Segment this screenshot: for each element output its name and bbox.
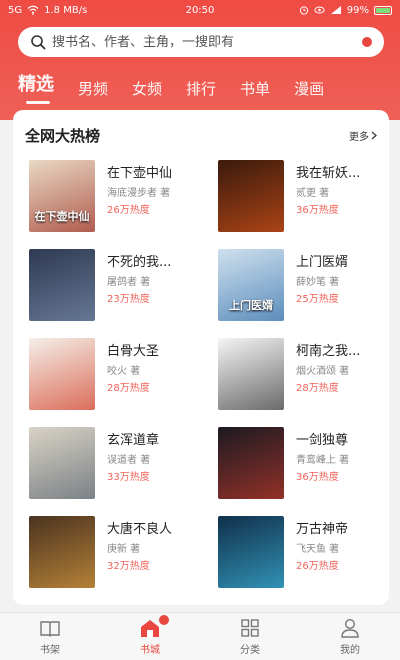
book-cover-title: 上门医婿	[229, 299, 273, 312]
book-cover[interactable]	[218, 516, 284, 588]
book-title: 我在斩妖...	[296, 166, 361, 181]
book-author: 误道者 著	[107, 455, 151, 466]
book-item[interactable]: 玄浑道章误道者 著 33万热度	[29, 427, 205, 503]
book-item[interactable]: 不死的我... 屠鸽者 著 23万热度	[29, 249, 205, 325]
book-cover[interactable]	[218, 160, 284, 232]
book-heat: 23万热度	[107, 294, 150, 305]
status-bar: 5G 1.8 MB/s 20:50 99%	[0, 0, 400, 20]
nav-category[interactable]: 分类	[210, 617, 290, 656]
nav-profile[interactable]: 我的	[310, 617, 390, 656]
book-heat: 26万热度	[296, 561, 339, 572]
book-info: 不死的我... 屠鸽者 著 23万热度	[107, 249, 171, 325]
tab-female[interactable]: 女频	[132, 78, 162, 100]
book-item[interactable]: 白骨大圣咬火 著 28万热度	[29, 338, 205, 414]
search-icon	[31, 35, 46, 50]
book-heat: 32万热度	[107, 561, 150, 572]
tab-comics[interactable]: 漫画	[294, 78, 324, 100]
nav-badge-dot	[159, 615, 169, 625]
clock: 20:50	[185, 4, 215, 16]
book-title: 白骨大圣	[107, 344, 160, 359]
book-info: 大唐不良人庚新 著 32万热度	[107, 516, 172, 592]
book-heat: 36万热度	[296, 472, 339, 483]
nav-bookshelf[interactable]: 书架	[10, 617, 90, 656]
book-author: 青鸾峰上 著	[296, 455, 350, 466]
tab-featured[interactable]: 精选	[18, 74, 54, 104]
book-info: 上门医婿薛妙笔 著 25万热度	[296, 249, 348, 325]
more-button[interactable]: 更多	[349, 128, 377, 143]
category-tabs: 精选 男频 女频 排行 书单 漫画	[18, 70, 324, 104]
book-item[interactable]: 我在斩妖... 贰更 著 36万热度	[218, 160, 394, 236]
battery-icon	[374, 5, 392, 15]
book-heat: 25万热度	[296, 294, 339, 305]
chevron-right-icon	[371, 131, 377, 140]
book-author: 咬火 著	[107, 366, 141, 377]
book-item[interactable]: 大唐不良人庚新 著 32万热度	[29, 516, 205, 592]
book-heat: 26万热度	[107, 205, 150, 216]
home-icon	[141, 620, 159, 637]
book-author: 屠鸽者 著	[107, 277, 151, 288]
user-icon	[341, 618, 359, 638]
book-heat: 33万热度	[107, 472, 150, 483]
book-author: 庚新 著	[107, 544, 141, 555]
book-item[interactable]: 柯南之我... 烟火酒颂 著 28万热度	[218, 338, 394, 414]
search-input[interactable]	[52, 34, 362, 50]
grid-icon	[241, 619, 259, 637]
hot-list-card: 全网大热榜 更多 在下壶中仙 在下壶中仙 海底漫步者 著 26万热度 我在斩妖... 贰更…	[13, 110, 389, 605]
book-author: 飞天鱼 著	[296, 544, 340, 555]
book-cover-title: 在下壶中仙	[34, 210, 90, 223]
book-author: 薛妙笔 著	[296, 277, 340, 288]
nav-label-bookshelf: 书架	[40, 645, 60, 656]
book-info: 万古神帝飞天鱼 著 26万热度	[296, 516, 348, 592]
book-heat: 28万热度	[107, 383, 150, 394]
notification-dot[interactable]	[362, 37, 372, 47]
tab-male[interactable]: 男频	[78, 78, 108, 100]
book-item[interactable]: 万古神帝飞天鱼 著 26万热度	[218, 516, 394, 592]
book-info: 柯南之我... 烟火酒颂 著 28万热度	[296, 338, 360, 414]
book-title: 玄浑道章	[107, 433, 160, 448]
tab-booklist[interactable]: 书单	[240, 78, 270, 100]
book-cover[interactable]	[218, 338, 284, 410]
book-info: 白骨大圣咬火 著 28万热度	[107, 338, 159, 414]
book-heat: 36万热度	[296, 205, 339, 216]
bottom-nav: 书架 书城 分类 我的	[0, 612, 400, 660]
book-item[interactable]: 一剑独尊青鸾峰上 著 36万热度	[218, 427, 394, 503]
book-cover[interactable]: 上门医婿	[218, 249, 284, 321]
book-title: 柯南之我...	[296, 344, 361, 359]
nav-label-category: 分类	[240, 645, 260, 656]
nav-bookstore[interactable]: 书城	[110, 615, 190, 656]
book-author: 海底漫步者 著	[107, 188, 171, 199]
book-cover[interactable]: 在下壶中仙	[29, 160, 95, 232]
book-item[interactable]: 上门医婿 上门医婿 薛妙笔 著 25万热度	[218, 249, 394, 325]
book-cover[interactable]	[218, 427, 284, 499]
header-background: 5G 1.8 MB/s 20:50 99% 精选 男频 女频 排行 书单 漫画	[0, 0, 400, 120]
book-title: 上门医婿	[296, 255, 349, 270]
book-title: 在下壶中仙	[107, 166, 173, 181]
book-title: 大唐不良人	[107, 522, 173, 537]
book-heat: 28万热度	[296, 383, 339, 394]
book-title: 一剑独尊	[296, 433, 349, 448]
book-title: 万古神帝	[296, 522, 349, 537]
book-author: 贰更 著	[296, 188, 330, 199]
book-info: 玄浑道章误道者 著 33万热度	[107, 427, 159, 503]
section-title: 全网大热榜	[25, 127, 101, 145]
nav-label-profile: 我的	[340, 645, 360, 656]
book-cover[interactable]	[29, 249, 95, 321]
tab-ranking[interactable]: 排行	[186, 78, 216, 100]
nav-label-bookstore: 书城	[140, 645, 160, 656]
search-bar[interactable]	[18, 27, 384, 57]
book-cover[interactable]	[29, 516, 95, 588]
book-cover[interactable]	[29, 338, 95, 410]
more-label: 更多	[349, 132, 369, 143]
book-cover[interactable]	[29, 427, 95, 499]
book-title: 不死的我...	[107, 255, 172, 270]
book-info: 一剑独尊青鸾峰上 著 36万热度	[296, 427, 349, 503]
book-open-icon	[40, 621, 60, 637]
book-item[interactable]: 在下壶中仙 在下壶中仙 海底漫步者 著 26万热度	[29, 160, 205, 236]
book-author: 烟火酒颂 著	[296, 366, 350, 377]
book-info: 在下壶中仙海底漫步者 著 26万热度	[107, 160, 172, 236]
book-info: 我在斩妖... 贰更 著 36万热度	[296, 160, 360, 236]
